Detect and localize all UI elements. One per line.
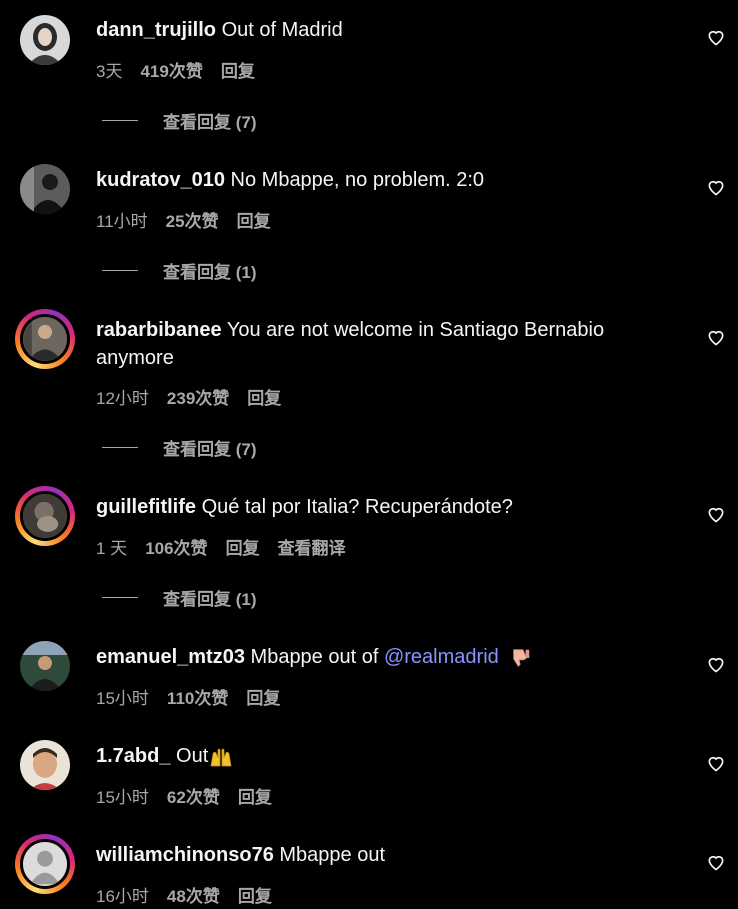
divider-line <box>102 270 138 271</box>
comment-text: dann_trujillo Out of Madrid <box>96 16 656 44</box>
thumbs-down-icon <box>513 649 530 667</box>
heart-icon[interactable] <box>706 327 726 347</box>
heart-icon[interactable] <box>706 654 726 674</box>
comment-text: 1.7abd_ Out <box>96 742 656 770</box>
comment-body: Out of Madrid <box>221 19 343 41</box>
reply-button[interactable]: 回复 <box>221 62 255 81</box>
username-link[interactable]: dann_trujillo <box>96 19 216 41</box>
comment-meta: 16小时 48次赞 回复 <box>96 882 290 907</box>
avatar[interactable] <box>15 309 75 369</box>
comment-body: Mbappe out of <box>250 646 379 668</box>
view-replies-button[interactable]: 查看回复 (1) <box>102 258 257 283</box>
reply-button[interactable]: 回复 <box>237 212 271 231</box>
avatar-image <box>20 314 70 364</box>
comment-body: No Mbappe, no problem. 2:0 <box>230 169 485 191</box>
comment-body: Out <box>176 745 209 767</box>
reply-button[interactable]: 回复 <box>246 689 280 708</box>
timestamp[interactable]: 15小时 <box>96 689 149 708</box>
username-link[interactable]: rabarbibanee <box>96 319 222 341</box>
avatar[interactable] <box>20 15 70 65</box>
timestamp[interactable]: 12小时 <box>96 389 149 408</box>
reply-button[interactable]: 回复 <box>238 788 272 807</box>
reply-button[interactable]: 回复 <box>238 887 272 906</box>
divider-line <box>102 447 138 448</box>
comment-meta: 15小时 110次赞 回复 <box>96 684 298 709</box>
avatar-image <box>20 641 70 691</box>
comment-meta: 1 天 106次赞 回复 查看翻译 <box>96 534 364 559</box>
avatar[interactable] <box>20 164 70 214</box>
view-replies-button[interactable]: 查看回复 (7) <box>102 108 257 133</box>
divider-line <box>102 120 138 121</box>
like-count[interactable]: 419次赞 <box>140 62 202 81</box>
timestamp[interactable]: 16小时 <box>96 887 149 906</box>
heart-icon[interactable] <box>706 753 726 773</box>
comment-text: emanuel_mtz03 Mbappe out of @realmadrid <box>96 643 656 671</box>
username-link[interactable]: 1.7abd_ <box>96 745 170 767</box>
reply-button[interactable]: 回复 <box>226 539 260 558</box>
avatar[interactable] <box>15 486 75 546</box>
mention-link[interactable]: @realmadrid <box>384 646 499 668</box>
timestamp[interactable]: 1 天 <box>96 539 127 558</box>
username-link[interactable]: emanuel_mtz03 <box>96 646 245 668</box>
comment-body: Qué tal por Italia? Recuperándote? <box>201 496 513 518</box>
view-replies-label: 查看回复 (1) <box>163 590 257 609</box>
view-replies-label: 查看回复 (7) <box>163 113 257 132</box>
heart-icon[interactable] <box>706 504 726 524</box>
like-count[interactable]: 62次赞 <box>167 788 220 807</box>
username-link[interactable]: williamchinonso76 <box>96 844 274 866</box>
comment-text: kudratov_010 No Mbappe, no problem. 2:0 <box>96 166 656 194</box>
avatar-image <box>20 15 70 65</box>
avatar-image <box>20 164 70 214</box>
heart-icon[interactable] <box>706 27 726 47</box>
avatar-image <box>20 491 70 541</box>
avatar-image <box>20 839 70 889</box>
heart-icon[interactable] <box>706 852 726 872</box>
translate-button[interactable]: 查看翻译 <box>278 539 346 558</box>
comment-meta: 11小时 25次赞 回复 <box>96 207 289 232</box>
timestamp[interactable]: 11小时 <box>96 212 148 231</box>
view-replies-label: 查看回复 (1) <box>163 263 257 282</box>
comment-text: rabarbibanee You are not welcome in Sant… <box>96 316 656 372</box>
view-replies-label: 查看回复 (7) <box>163 440 257 459</box>
timestamp[interactable]: 3天 <box>96 62 122 81</box>
username-link[interactable]: guillefitlife <box>96 496 196 518</box>
avatar[interactable] <box>15 834 75 894</box>
username-link[interactable]: kudratov_010 <box>96 169 225 191</box>
like-count[interactable]: 239次赞 <box>167 389 229 408</box>
comment-text: williamchinonso76 Mbappe out <box>96 841 656 869</box>
avatar[interactable] <box>20 641 70 691</box>
comment-text: guillefitlife Qué tal por Italia? Recupe… <box>96 493 656 521</box>
comment-meta: 15小时 62次赞 回复 <box>96 783 290 808</box>
like-count[interactable]: 48次赞 <box>167 887 220 906</box>
heart-icon[interactable] <box>706 177 726 197</box>
avatar-image <box>20 740 70 790</box>
view-replies-button[interactable]: 查看回复 (1) <box>102 585 257 610</box>
comment-meta: 3天 419次赞 回复 <box>96 57 273 82</box>
view-replies-button[interactable]: 查看回复 (7) <box>102 435 257 460</box>
timestamp[interactable]: 15小时 <box>96 788 149 807</box>
reply-button[interactable]: 回复 <box>247 389 281 408</box>
divider-line <box>102 597 138 598</box>
avatar[interactable] <box>20 740 70 790</box>
comment-meta: 12小时 239次赞 回复 <box>96 384 299 409</box>
like-count[interactable]: 106次赞 <box>145 539 207 558</box>
like-count[interactable]: 110次赞 <box>167 689 228 708</box>
raised-hands-icon <box>210 748 232 767</box>
comment-body: Mbappe out <box>279 844 386 866</box>
like-count[interactable]: 25次赞 <box>166 212 219 231</box>
